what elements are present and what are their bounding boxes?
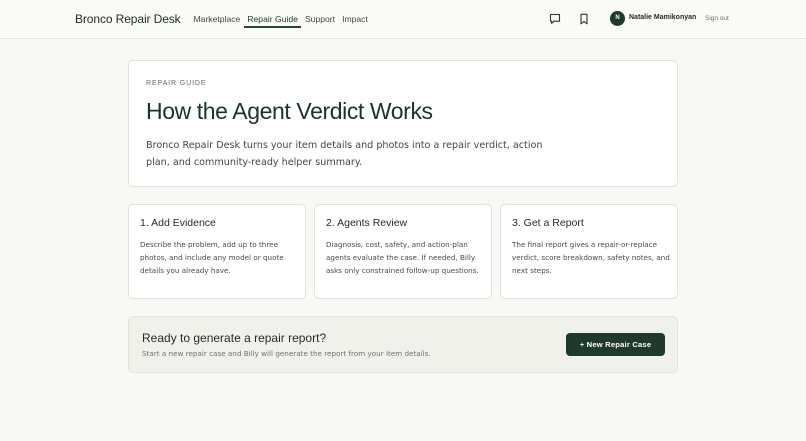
step-card-add-evidence: 1. Add Evidence Describe the problem, ad…: [128, 204, 306, 299]
step-card-get-report: 3. Get a Report The final report gives a…: [500, 204, 678, 299]
message-icon[interactable]: [548, 12, 562, 26]
cta-panel: Ready to generate a repair report? Start…: [128, 316, 678, 373]
step-body: Diagnosis, cost, safety, and action-plan…: [326, 240, 479, 275]
nav-support[interactable]: Support: [301, 0, 338, 39]
step-card-agents-review: 2. Agents Review Diagnosis, cost, safety…: [314, 204, 492, 299]
step-title: 2. Agents Review: [326, 217, 408, 229]
step-body: The final report gives a repair-or-repla…: [512, 240, 670, 275]
cta-title: Ready to generate a repair report?: [142, 331, 327, 345]
nav-marketplace[interactable]: Marketplace: [190, 0, 244, 39]
new-repair-case-button[interactable]: + New Repair Case: [566, 333, 665, 356]
nav-repair-guide[interactable]: Repair Guide: [243, 0, 302, 39]
top-nav: Bronco Repair Desk Marketplace Repair Gu…: [0, 0, 806, 39]
main-nav: Marketplace Repair Guide Support Impact: [190, 0, 371, 39]
eyebrow-label: REPAIR GUIDE: [146, 80, 207, 87]
step-title: 1. Add Evidence: [140, 217, 216, 229]
brand-logo[interactable]: Bronco Repair Desk: [75, 12, 181, 26]
user-name: Natalie Mamikonyan: [629, 14, 697, 21]
hero-card: REPAIR GUIDE How the Agent Verdict Works…: [128, 60, 678, 187]
cta-subtitle: Start a new repair case and Billy will g…: [142, 349, 431, 358]
step-title: 3. Get a Report: [512, 217, 584, 229]
bookmark-icon[interactable]: [577, 12, 591, 26]
sign-out-link[interactable]: Sign out: [705, 15, 729, 22]
nav-impact[interactable]: Impact: [339, 0, 372, 39]
page-title: How the Agent Verdict Works: [146, 98, 433, 124]
hero-description: Bronco Repair Desk turns your item detai…: [146, 140, 543, 168]
step-body: Describe the problem, add up to three ph…: [140, 240, 284, 275]
avatar[interactable]: N: [610, 11, 625, 26]
